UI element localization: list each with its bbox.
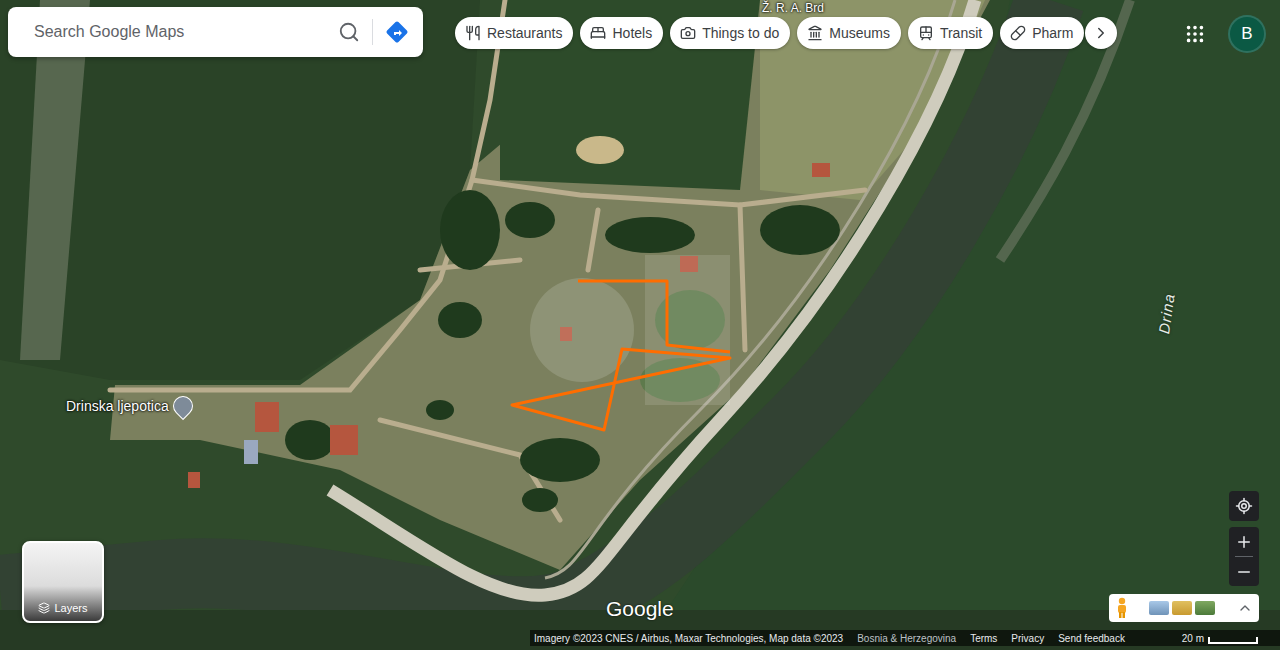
- plus-icon: [1235, 533, 1253, 551]
- category-chip[interactable]: Transit: [908, 17, 993, 49]
- category-chip[interactable]: Hotels: [580, 17, 663, 49]
- scale[interactable]: 20 m: [1182, 633, 1258, 644]
- place-label[interactable]: Drinska ljepotica: [66, 396, 193, 416]
- attribution-bar: Imagery ©2023 CNES / Airbus, Maxar Techn…: [530, 630, 1280, 646]
- footer-link[interactable]: Bosnia & Herzegovina: [857, 633, 956, 644]
- directions-icon[interactable]: [385, 20, 409, 44]
- category-chips: RestaurantsHotelsThings to doMuseumsTran…: [455, 17, 1117, 49]
- pegman-icon[interactable]: [1115, 597, 1129, 619]
- satellite-map[interactable]: [0, 0, 1280, 650]
- more-chips-button[interactable]: [1085, 17, 1117, 49]
- locate-icon: [1235, 497, 1253, 515]
- apps-grid-icon[interactable]: [1184, 23, 1206, 45]
- category-icon: [1010, 25, 1026, 41]
- chevron-up-icon[interactable]: [1237, 600, 1253, 616]
- footer-link[interactable]: Send feedback: [1058, 633, 1125, 644]
- map-controls: [1109, 491, 1259, 622]
- top-bar: RestaurantsHotelsThings to doMuseumsTran…: [8, 7, 1280, 57]
- search-icon[interactable]: [338, 21, 360, 43]
- footer-link[interactable]: Terms: [970, 633, 997, 644]
- chevron-right-icon: [1092, 24, 1110, 42]
- minus-icon: [1235, 563, 1253, 581]
- scale-bar: [1208, 637, 1258, 644]
- attribution-text: Imagery ©2023 CNES / Airbus, Maxar Techn…: [534, 633, 843, 644]
- street-view-thumb[interactable]: [1149, 601, 1169, 615]
- account-avatar[interactable]: B: [1228, 15, 1266, 53]
- zoom-in-button[interactable]: [1229, 527, 1259, 556]
- footer-link[interactable]: Privacy: [1011, 633, 1044, 644]
- map-screen: Drinska ljepoticaŽ. R. A. BrdDrinaRestau…: [0, 0, 1280, 650]
- category-icon: [680, 25, 696, 41]
- search-box[interactable]: [8, 7, 423, 57]
- layers-label: Layers: [38, 602, 87, 621]
- category-chip[interactable]: Restaurants: [455, 17, 573, 49]
- poi-label[interactable]: Ž. R. A. Brd: [762, 1, 824, 15]
- my-location-button[interactable]: [1229, 491, 1259, 521]
- category-icon: [918, 25, 934, 41]
- layers-icon: [38, 602, 50, 614]
- layers-button[interactable]: Layers: [22, 541, 104, 623]
- category-chip[interactable]: Things to do: [670, 17, 790, 49]
- search-input[interactable]: [32, 22, 326, 42]
- category-icon: [465, 25, 481, 41]
- category-chip[interactable]: Museums: [797, 17, 901, 49]
- terrain-thumb[interactable]: [1195, 601, 1215, 615]
- category-icon: [807, 25, 823, 41]
- zoom-out-button[interactable]: [1229, 557, 1259, 586]
- view-strip: [1109, 594, 1259, 622]
- field-thumb[interactable]: [1172, 601, 1192, 615]
- google-logo: Google: [606, 597, 674, 621]
- place-pin-icon[interactable]: [169, 392, 197, 420]
- account-cluster: B: [1184, 15, 1280, 53]
- category-icon: [590, 25, 606, 41]
- zoom-controls: [1229, 527, 1259, 586]
- category-chip[interactable]: Pharm: [1000, 17, 1084, 49]
- search-divider: [372, 19, 373, 45]
